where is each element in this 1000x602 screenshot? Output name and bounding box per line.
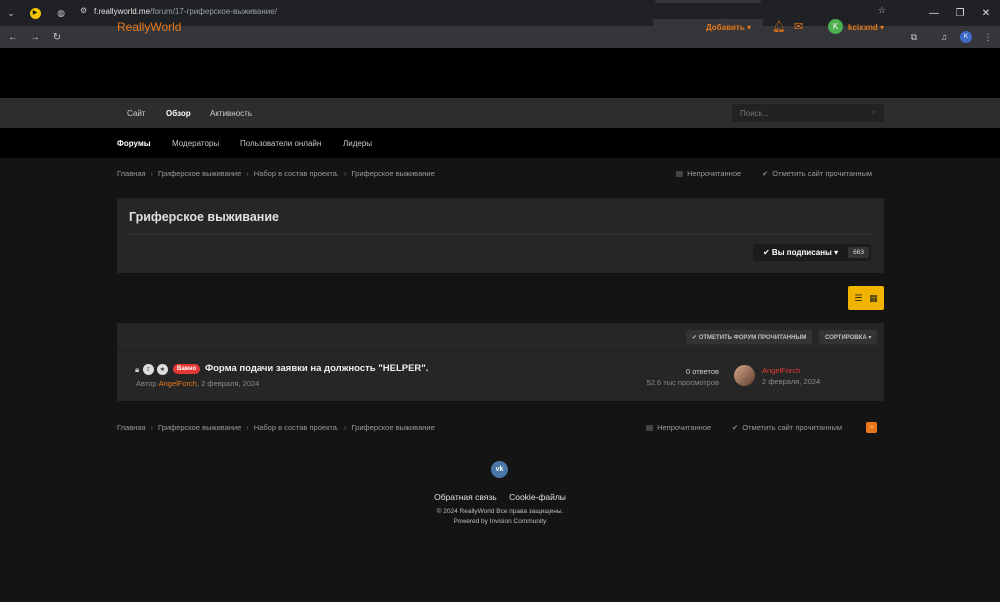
lock-icon: 🔒︎ [135, 365, 140, 374]
grid-view-icon[interactable]: ▦ [869, 293, 878, 304]
address-host: f.reallyworld.me [94, 6, 151, 16]
follow-button[interactable]: ✔ Вы подписаны ▾ 663 [753, 244, 871, 261]
page-title: Гриферское выживание [129, 210, 279, 224]
last-poster-avatar[interactable] [734, 365, 755, 386]
breadcrumb-item[interactable]: Главная [117, 169, 146, 178]
breadcrumb-item[interactable]: Набор в состав проекта. [254, 423, 339, 432]
sort-button[interactable]: СОРТИРОВКА ▾ [819, 330, 878, 344]
media-icon[interactable]: ♫ [934, 26, 954, 48]
topic-date: 2 февраля, 2024 [201, 379, 260, 388]
tab-search-icon[interactable]: ⌄ [2, 4, 20, 22]
address-bar[interactable]: ⚙ f.reallyworld.me/forum/17-гриферское-в… [74, 3, 896, 19]
subnav-moderators[interactable]: Модераторы [172, 139, 219, 148]
breadcrumb-separator: › [344, 169, 347, 178]
topic-list-header: ✔ ОТМЕТИТЬ ФОРУМ ПРОЧИТАННЫМ СОРТИРОВКА … [117, 323, 884, 351]
breadcrumb-item[interactable]: Гриферское выживание [158, 423, 241, 432]
extensions-icon[interactable]: ⧉ [904, 26, 924, 48]
topic-author-link[interactable]: AngelForch [159, 379, 197, 388]
breadcrumb-separator: › [246, 423, 249, 432]
mail-icon[interactable]: ✉ [794, 20, 803, 33]
check-icon: ✔ [762, 169, 769, 178]
footer-links: Обратная связь Cookie-файлы [0, 492, 1000, 502]
divider [129, 234, 872, 235]
list-view-icon[interactable]: ☰ [854, 293, 862, 304]
footer-powered[interactable]: Powered by Invision Community [0, 518, 1000, 525]
unread-icon: ▤ [646, 423, 654, 432]
breadcrumb-top: Главная › Гриферское выживание › Набор в сос… [117, 169, 435, 178]
last-poster-link[interactable]: AngelForch [762, 366, 800, 375]
topic-list: ✔ ОТМЕТИТЬ ФОРУМ ПРОЧИТАННЫМ СОРТИРОВКА … [117, 323, 884, 401]
mark-site-read-link[interactable]: ✔ Отметить сайт прочитанным [762, 169, 872, 178]
bookmark-star-icon[interactable]: ☆ [878, 5, 886, 16]
feedback-link[interactable]: Обратная связь [434, 492, 497, 502]
check-icon: ✔ [732, 423, 739, 432]
views-count: 52.6 тыс просмотров [646, 378, 719, 387]
view-toggle[interactable]: ☰ ▦ [848, 286, 884, 310]
unread-link-bottom[interactable]: ▤ Непрочитанное [646, 423, 711, 432]
cookies-link[interactable]: Cookie-файлы [509, 492, 566, 502]
search-placeholder: Поиск... [740, 108, 769, 118]
mark-forum-read-button[interactable]: ✔ ОТМЕТИТЬ ФОРУМ ПРОЧИТАННЫМ [686, 330, 813, 344]
vk-icon[interactable]: vk [491, 461, 508, 478]
search-input[interactable]: Поиск... ⌕ [732, 104, 884, 122]
reload-icon[interactable]: ↻ [46, 26, 68, 48]
bell-icon[interactable]: 🔔︎ [772, 20, 786, 33]
important-badge: Важно [173, 364, 201, 374]
nav-activity[interactable]: Активность [210, 109, 252, 118]
replies-count: 0 ответов [685, 367, 719, 376]
site-info-icon[interactable]: ⚙ [80, 6, 90, 16]
back-icon[interactable]: ← [2, 26, 24, 48]
topic-meta: Автор AngelForch, 2 февраля, 2024 [136, 379, 260, 388]
nav-site[interactable]: Сайт [127, 109, 145, 118]
subnav-forums[interactable]: Форумы [117, 139, 151, 148]
nav-overview[interactable]: Обзор [166, 109, 191, 118]
breadcrumb-item[interactable]: Гриферское выживание [352, 423, 435, 432]
breadcrumb-item[interactable]: Гриферское выживание [158, 169, 241, 178]
pinned-icon: ⇧ [143, 364, 154, 375]
breadcrumb-item[interactable]: Главная [117, 423, 146, 432]
table-row[interactable]: 🔒︎ ⇧ ★ Важно Форма подачи заявки на долж… [117, 352, 884, 401]
featured-icon: ★ [157, 364, 168, 375]
site-logo[interactable]: ReallyWorld [117, 20, 181, 34]
breadcrumb-separator: › [246, 169, 249, 178]
add-button[interactable]: Добавить ▾ [706, 23, 751, 32]
profile-avatar[interactable]: K [956, 26, 976, 48]
menu-icon[interactable]: ⋮ [978, 26, 998, 48]
follow-label: ✔ Вы подписаны ▾ [763, 248, 839, 257]
address-path: /forum/17-гриферское-выживание/ [150, 6, 277, 16]
search-icon[interactable]: ⌕ [872, 108, 876, 118]
site-header [0, 48, 1000, 98]
breadcrumb-item[interactable]: Набор в состав проекта. [254, 169, 339, 178]
rss-icon[interactable]: ◔ [866, 422, 877, 433]
tab-pinned-icon[interactable]: ◍ [52, 4, 70, 22]
topic-title-link[interactable]: Форма подачи заявки на должность "HELPER… [205, 363, 428, 374]
breadcrumb-separator: › [150, 169, 154, 178]
unread-link[interactable]: ▤ Непрочитанное [676, 169, 741, 178]
last-post-date: 2 февраля, 2024 [762, 377, 821, 386]
forum-header: Гриферское выживание ✔ Вы подписаны ▾ 66… [117, 198, 884, 273]
mark-site-read-link-bottom[interactable]: ✔ Отметить сайт прочитанным [732, 423, 842, 432]
breadcrumb-separator: › [150, 423, 154, 432]
breadcrumb-separator: › [344, 423, 347, 432]
follow-count: 663 [848, 247, 869, 258]
close-window-button[interactable]: ✕ [970, 0, 1000, 26]
forward-icon[interactable]: → [24, 26, 46, 48]
breadcrumb-item[interactable]: Гриферское выживание [352, 169, 435, 178]
subnav-leaders[interactable]: Лидеры [343, 139, 372, 148]
yandex-music-icon[interactable]: ▶ [26, 4, 44, 22]
unread-icon: ▤ [676, 169, 684, 178]
user-menu[interactable]: kcixxnd ▾ [848, 23, 884, 32]
subnav-online-users[interactable]: Пользователи онлайн [240, 139, 321, 148]
breadcrumb-bottom: Главная › Гриферское выживание › Набор в сос… [117, 423, 435, 432]
footer-copyright: © 2024 ReallyWorld Все права защищены. [436, 508, 564, 515]
user-avatar[interactable]: K [828, 19, 843, 34]
sub-nav: Форумы Модераторы Пользователи онлайн Ли… [0, 128, 1000, 158]
